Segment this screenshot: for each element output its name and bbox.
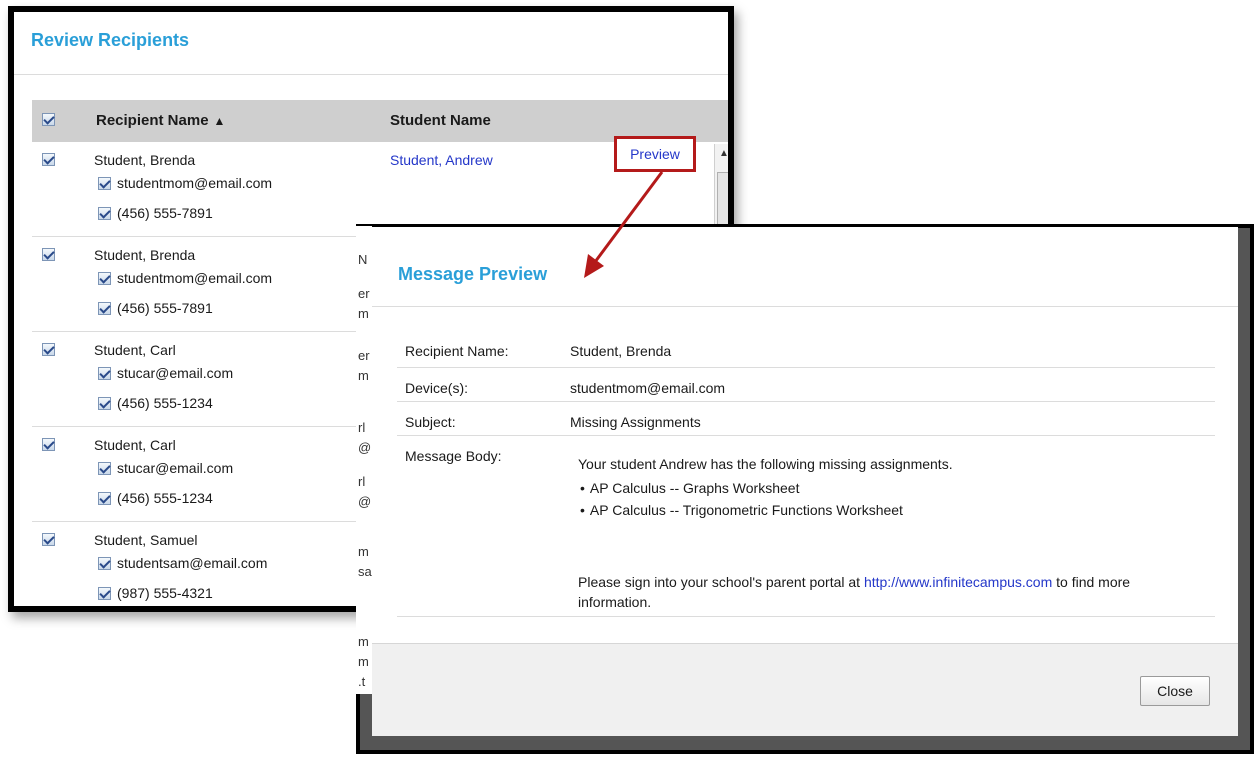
message-body-intro: Your student Andrew has the following mi…	[578, 456, 953, 472]
device-email: studentmom@email.com	[98, 270, 272, 286]
obscured-column-fragment: N er m er m rl @ rl @ m sa m m .t	[356, 226, 372, 694]
close-button[interactable]: Close	[1140, 676, 1210, 706]
dialog-footer: Close	[372, 643, 1238, 736]
device-email: studentsam@email.com	[98, 555, 267, 571]
device-phone: (456) 555-7891	[98, 205, 213, 221]
column-header-student-name[interactable]: Student Name	[390, 112, 491, 129]
device-phone: (456) 555-1234	[98, 490, 213, 506]
message-preview-title: Message Preview	[398, 264, 548, 284]
email-checkbox[interactable]	[98, 461, 111, 475]
devices-row: Device(s): studentmom@email.com	[397, 368, 1215, 402]
phone-checkbox[interactable]	[98, 396, 111, 410]
recipient-name: Student, Carl	[94, 342, 176, 358]
triangle-up-icon: ▲	[213, 114, 226, 128]
recipient-name: Student, Carl	[94, 437, 176, 453]
title-divider	[14, 74, 728, 75]
portal-link[interactable]: http://www.infinitecampus.com	[864, 574, 1052, 590]
email-checkbox[interactable]	[98, 556, 111, 570]
preview-link[interactable]: Preview	[614, 136, 696, 172]
recipient-name-label: Recipient Name:	[405, 343, 509, 359]
row-checkbox[interactable]	[42, 248, 55, 261]
device-phone: (987) 555-4321	[98, 585, 213, 601]
device-phone: (456) 555-1234	[98, 395, 213, 411]
email-checkbox[interactable]	[98, 366, 111, 380]
row-checkbox[interactable]	[42, 153, 55, 166]
device-email: stucar@email.com	[98, 460, 233, 476]
list-item: AP Calculus -- Graphs Worksheet	[580, 480, 903, 496]
email-checkbox[interactable]	[98, 271, 111, 285]
recipient-name-value: Student, Brenda	[570, 343, 672, 359]
message-preview-dialog: Message Preview Recipient Name: Student,…	[372, 227, 1238, 736]
phone-checkbox[interactable]	[98, 491, 111, 505]
device-email: studentmom@email.com	[98, 175, 272, 191]
select-all-checkbox[interactable]	[42, 113, 55, 126]
student-name-link[interactable]: Student, Andrew	[390, 152, 493, 168]
recipient-name: Student, Brenda	[94, 247, 196, 263]
row-checkbox[interactable]	[42, 343, 55, 356]
row-checkbox[interactable]	[42, 533, 55, 546]
column-header-recipient-name[interactable]: Recipient Name ▲	[96, 112, 225, 129]
subject-value: Missing Assignments	[570, 414, 701, 430]
subject-label: Subject:	[405, 414, 456, 430]
title-divider	[372, 306, 1238, 307]
recipient-name: Student, Samuel	[94, 532, 198, 548]
missing-assignments-list: AP Calculus -- Graphs Worksheet AP Calcu…	[580, 474, 903, 518]
device-phone: (456) 555-7891	[98, 300, 213, 316]
phone-checkbox[interactable]	[98, 301, 111, 315]
list-item: AP Calculus -- Trigonometric Functions W…	[580, 502, 903, 518]
recipient-name: Student, Brenda	[94, 152, 196, 168]
phone-checkbox[interactable]	[98, 586, 111, 600]
row-checkbox[interactable]	[42, 438, 55, 451]
message-body-footer: Please sign into your school's parent po…	[578, 574, 1131, 610]
message-body-label: Message Body:	[405, 448, 502, 464]
scroll-up-arrow-icon[interactable]: ▲	[719, 148, 728, 159]
devices-value: studentmom@email.com	[570, 380, 726, 396]
review-recipients-title: Review Recipients	[31, 30, 190, 50]
phone-checkbox[interactable]	[98, 206, 111, 220]
email-checkbox[interactable]	[98, 176, 111, 190]
device-email: stucar@email.com	[98, 365, 233, 381]
devices-label: Device(s):	[405, 380, 469, 396]
message-body-row: Message Body: Your student Andrew has th…	[397, 436, 1215, 617]
recipient-name-row: Recipient Name: Student, Brenda	[397, 331, 1215, 368]
subject-row: Subject: Missing Assignments	[397, 402, 1215, 436]
